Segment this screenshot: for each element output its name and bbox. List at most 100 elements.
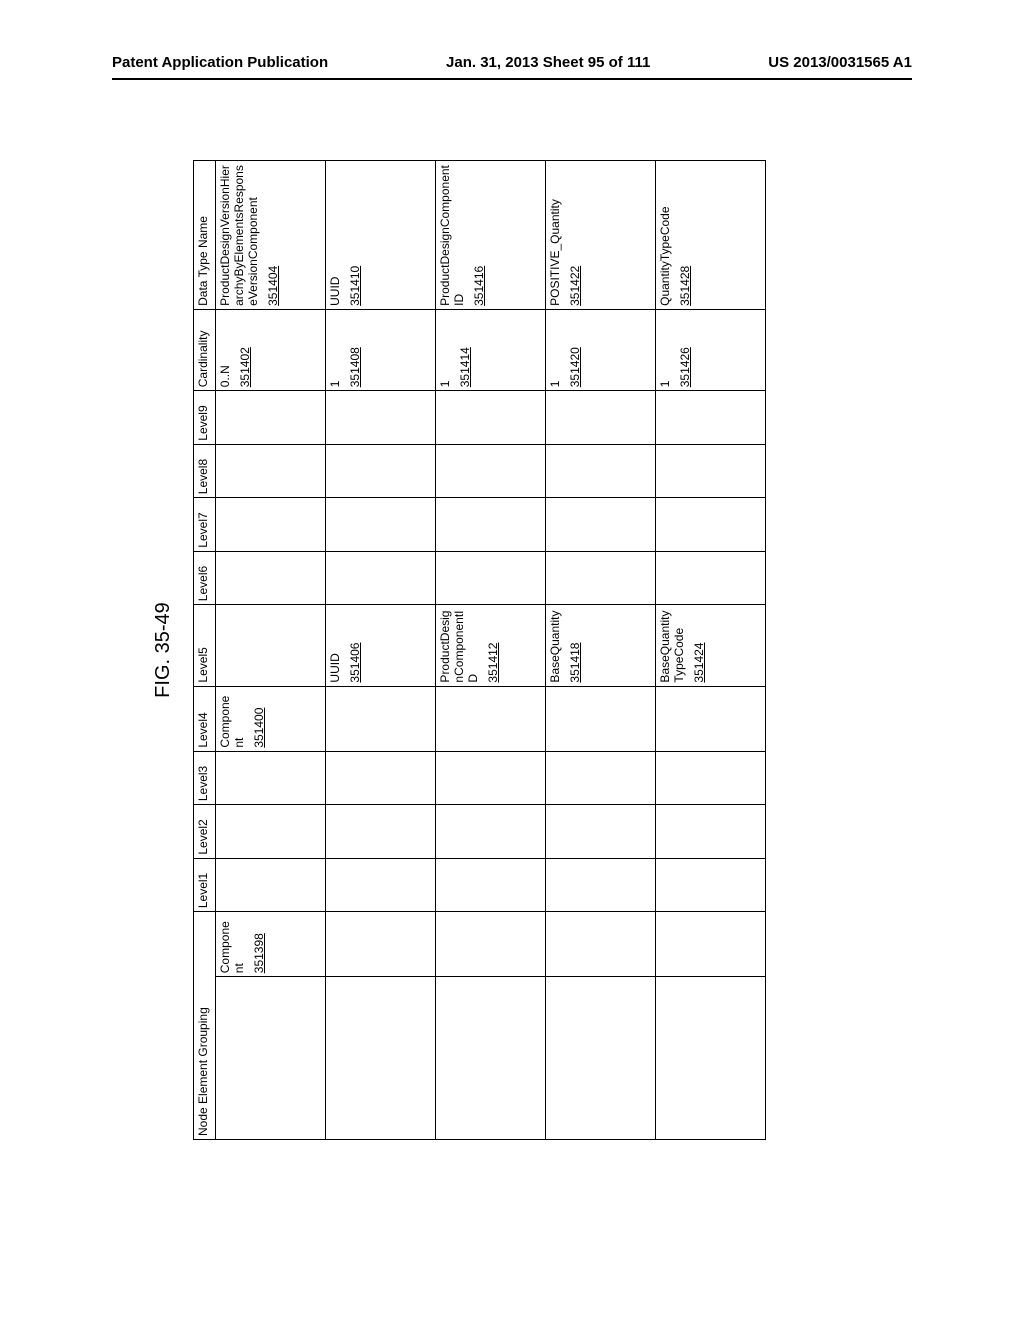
col-level8: Level8 [194, 444, 216, 497]
cell-level4 [656, 686, 766, 751]
cell-level5: BaseQuantityTypeCode 351424 [656, 605, 766, 686]
cell-text: UUID [328, 653, 342, 682]
header-right: US 2013/0031565 A1 [768, 54, 912, 71]
cell-level2 [546, 805, 656, 858]
cell-neg [546, 977, 656, 1140]
table-row: BaseQuantity 351418 1 351420 POSITIVE_Qu [546, 161, 656, 1140]
cell-component [326, 912, 436, 977]
cell-neg [326, 977, 436, 1140]
cell-text: 1 [658, 381, 672, 388]
cell-text: QuantityTypeCode [658, 206, 672, 305]
table-row: UUID 351406 1 351408 UUID [326, 161, 436, 1140]
cell-text: 1 [328, 381, 342, 388]
cell-data-type-name: POSITIVE_Quantity 351422 [546, 161, 656, 310]
cell-text: 1 [438, 381, 452, 388]
cell-cardinality: 1 351420 [546, 309, 656, 390]
reference-number: 351416 [472, 164, 486, 306]
cell-level2 [656, 805, 766, 858]
reference-number: 351408 [348, 313, 362, 387]
cell-text: UUID [328, 277, 342, 306]
table-row: ProductDesignComponentID 351412 1 351414 [436, 161, 546, 1140]
table-header-row: Node Element Grouping Level1 Level2 Leve… [194, 161, 216, 1140]
col-level4: Level4 [194, 686, 216, 751]
reference-number: 351414 [458, 313, 472, 387]
cell-text: ProductDesignComponentID [438, 611, 480, 683]
cell-component [656, 912, 766, 977]
table-row: Component 351398 Component 351400 [216, 161, 326, 1140]
cell-text: BaseQuantity [548, 611, 562, 683]
cell-level8 [326, 444, 436, 497]
col-node-element-grouping: Node Element Grouping [194, 912, 216, 1140]
reference-number: 351406 [348, 608, 362, 682]
rotated-figure: FIG. 35-49 Node Element Grouping Level1 … [152, 160, 872, 1140]
cell-level4: Component 351400 [216, 686, 326, 751]
cell-level1 [216, 858, 326, 911]
figure-area: FIG. 35-49 Node Element Grouping Level1 … [112, 150, 912, 1150]
figure-label: FIG. 35-49 [152, 160, 175, 1140]
cell-text: Component [218, 696, 246, 748]
cell-level7 [436, 498, 546, 551]
cell-level6 [656, 551, 766, 604]
cell-level8 [216, 444, 326, 497]
cell-neg [216, 977, 326, 1140]
reference-number: 351424 [692, 608, 706, 682]
cell-text: POSITIVE_Quantity [548, 199, 562, 306]
cell-level9 [546, 391, 656, 444]
cell-level1 [546, 858, 656, 911]
cell-level1 [326, 858, 436, 911]
reference-number: 351410 [348, 164, 362, 306]
cell-level7 [546, 498, 656, 551]
cell-text: Component [218, 921, 246, 973]
page-header: Patent Application Publication Jan. 31, … [112, 54, 912, 71]
page: Patent Application Publication Jan. 31, … [0, 0, 1024, 1320]
cell-level3 [546, 751, 656, 804]
cell-level1 [436, 858, 546, 911]
col-level1: Level1 [194, 858, 216, 911]
cell-level8 [436, 444, 546, 497]
cell-data-type-name: UUID 351410 [326, 161, 436, 310]
reference-number: 351420 [568, 313, 582, 387]
cell-data-type-name: QuantityTypeCode 351428 [656, 161, 766, 310]
cell-level3 [436, 751, 546, 804]
data-table: Node Element Grouping Level1 Level2 Leve… [193, 160, 766, 1140]
cell-data-type-name: ProductDesignVersionHierarchyByElementsR… [216, 161, 326, 310]
cell-text: ProductDesignVersionHierarchyByElementsR… [218, 165, 260, 306]
col-level5: Level5 [194, 605, 216, 686]
cell-text: 0..N [218, 365, 232, 387]
cell-level3 [326, 751, 436, 804]
col-level9: Level9 [194, 391, 216, 444]
col-level6: Level6 [194, 551, 216, 604]
cell-component [436, 912, 546, 977]
cell-level2 [436, 805, 546, 858]
header-rule [112, 78, 912, 80]
header-center: Jan. 31, 2013 Sheet 95 of 111 [446, 54, 650, 71]
cell-level4 [546, 686, 656, 751]
cell-level6 [436, 551, 546, 604]
cell-level3 [216, 751, 326, 804]
reference-number: 351402 [238, 313, 252, 387]
cell-level3 [656, 751, 766, 804]
cell-level9 [436, 391, 546, 444]
cell-level1 [656, 858, 766, 911]
cell-cardinality: 1 351408 [326, 309, 436, 390]
cell-text: 1 [548, 381, 562, 388]
cell-data-type-name: ProductDesignComponentID 351416 [436, 161, 546, 310]
reference-number: 351426 [678, 313, 692, 387]
cell-level7 [216, 498, 326, 551]
cell-level2 [326, 805, 436, 858]
cell-level9 [656, 391, 766, 444]
cell-level9 [326, 391, 436, 444]
cell-level6 [216, 551, 326, 604]
reference-number: 351422 [568, 164, 582, 306]
header-left: Patent Application Publication [112, 54, 328, 71]
cell-level5 [216, 605, 326, 686]
cell-level4 [436, 686, 546, 751]
cell-level8 [656, 444, 766, 497]
reference-number: 351418 [568, 608, 582, 682]
col-cardinality: Cardinality [194, 309, 216, 390]
reference-number: 351428 [678, 164, 692, 306]
table-body: Component 351398 Component 351400 [216, 161, 766, 1140]
cell-neg [656, 977, 766, 1140]
cell-level5: UUID 351406 [326, 605, 436, 686]
cell-component [546, 912, 656, 977]
